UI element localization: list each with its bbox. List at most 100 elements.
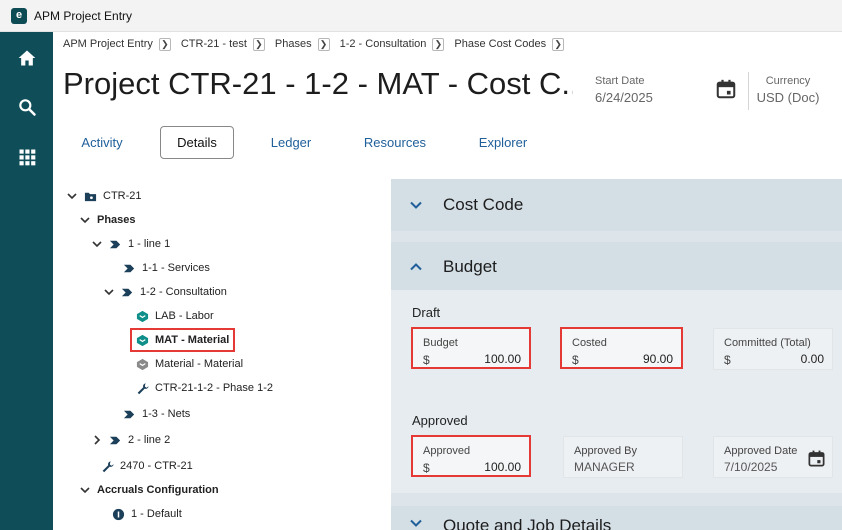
chevron-right-icon[interactable]: [91, 434, 103, 446]
breadcrumb-item[interactable]: 1-2 - Consultation ❯: [340, 37, 445, 51]
approved-field[interactable]: Approved $ 100.00: [411, 435, 531, 477]
tab-activity[interactable]: Activity: [63, 126, 141, 159]
currency-value: USD (Doc): [756, 90, 820, 105]
approved-date-field[interactable]: Approved Date 7/10/2025: [713, 436, 833, 478]
breadcrumb-item[interactable]: APM Project Entry ❯: [63, 37, 171, 51]
tree-item-label: CTR-21-1-2 - Phase 1-2: [155, 382, 273, 394]
breadcrumb-label[interactable]: CTR-21 - test: [181, 38, 247, 50]
tree-item-accruals[interactable]: Accruals Configuration: [79, 480, 219, 500]
breadcrumb-chevron-icon[interactable]: ❯: [432, 37, 445, 51]
tab-resources[interactable]: Resources: [355, 126, 435, 159]
calendar-icon[interactable]: [807, 449, 826, 468]
breadcrumb-label[interactable]: Phases: [275, 38, 312, 50]
app-logo-icon: e: [11, 7, 27, 24]
window-titlebar: e APM Project Entry: [0, 0, 842, 32]
cost-code-icon: [136, 310, 149, 322]
start-date-value: 6/24/2025: [595, 90, 653, 105]
phase-icon: [109, 436, 121, 444]
tree-item-label: 1-3 - Nets: [142, 408, 191, 420]
tree-item-label: MAT - Material: [155, 334, 230, 346]
approved-group-label: Approved: [412, 413, 468, 428]
breadcrumb-label[interactable]: 1-2 - Consultation: [340, 38, 427, 50]
tree-item-ctr-21[interactable]: CTR-21: [66, 186, 142, 206]
tree-item-label: Phases: [97, 214, 136, 226]
tree-item-label: Accruals Configuration: [97, 484, 219, 496]
tab-details[interactable]: Details: [160, 126, 234, 159]
chevron-down-icon[interactable]: [66, 190, 78, 202]
field-value: 90.00: [642, 352, 673, 366]
tree-item-phases[interactable]: Phases: [79, 210, 136, 230]
currency-field: Currency USD (Doc): [756, 75, 820, 105]
breadcrumb-chevron-icon[interactable]: ❯: [252, 37, 265, 51]
currency-label: Currency: [765, 75, 811, 87]
budget-field[interactable]: Budget $ 100.00: [411, 327, 531, 369]
chevron-down-icon[interactable]: [103, 286, 115, 298]
tree-item-material-selected[interactable]: MAT - Material: [129, 328, 236, 352]
phase-icon: [123, 264, 135, 272]
tree-item-phase-1-2[interactable]: CTR-21-1-2 - Phase 1-2: [136, 378, 273, 398]
tab-explorer[interactable]: Explorer: [465, 126, 541, 159]
tree-item-material-material[interactable]: Material - Material: [136, 354, 243, 374]
committed-total-field[interactable]: Committed (Total) $ 0.00: [713, 328, 833, 370]
tree-item-labor[interactable]: LAB - Labor: [136, 306, 214, 326]
breadcrumb-label[interactable]: Phase Cost Codes: [454, 38, 546, 50]
breadcrumb-chevron-icon[interactable]: ❯: [317, 37, 330, 51]
field-label: Budget: [423, 337, 458, 349]
tree-item-line-2[interactable]: 2 - line 2: [91, 430, 170, 450]
cost-code-grey-icon: [136, 358, 149, 370]
search-button[interactable]: [0, 85, 53, 129]
start-date-field: Start Date 6/24/2025: [595, 75, 653, 105]
section-cost-code-header[interactable]: Cost Code: [391, 179, 842, 231]
tree-item-label: CTR-21: [103, 190, 142, 202]
approved-by-field[interactable]: Approved By MANAGER: [563, 436, 683, 478]
currency-symbol: $: [724, 353, 731, 367]
tree-item-label: LAB - Labor: [155, 310, 214, 322]
tree-item-2470[interactable]: 2470 - CTR-21: [101, 456, 193, 476]
chevron-down-icon[interactable]: [409, 198, 423, 212]
tree-item-nets[interactable]: 1-3 - Nets: [123, 404, 190, 424]
section-budget-header[interactable]: Budget: [391, 242, 842, 292]
costed-field[interactable]: Costed $ 90.00: [560, 327, 683, 369]
tree-item-consultation[interactable]: 1-2 - Consultation: [103, 282, 227, 302]
field-value: 7/10/2025: [724, 460, 778, 474]
tree-item-default[interactable]: 1 - Default: [112, 504, 182, 524]
tree-item-services[interactable]: 1-1 - Services: [123, 258, 210, 278]
breadcrumb: APM Project Entry ❯ CTR-21 - test ❯ Phases…: [63, 35, 574, 53]
section-title: Cost Code: [443, 195, 524, 214]
app-logo-letter: e: [15, 9, 23, 21]
breadcrumb-item[interactable]: Phase Cost Codes ❯: [454, 37, 565, 51]
chevron-down-icon[interactable]: [79, 484, 91, 496]
tree-item-line-1[interactable]: 1 - line 1: [91, 234, 170, 254]
tree-panel: CTR-21 Phases 1 - line 1 1-1 - Services …: [63, 179, 383, 530]
field-value: 0.00: [800, 352, 824, 366]
nav-rail: [0, 32, 53, 530]
tree-item-label: 1-2 - Consultation: [140, 286, 227, 298]
phase-icon: [123, 410, 135, 418]
chevron-down-icon[interactable]: [409, 516, 423, 530]
breadcrumb-label[interactable]: APM Project Entry: [63, 38, 153, 50]
breadcrumb-item[interactable]: CTR-21 - test ❯: [181, 37, 265, 51]
chevron-down-icon[interactable]: [79, 214, 91, 226]
window-title: APM Project Entry: [34, 8, 133, 23]
chevron-down-icon[interactable]: [91, 238, 103, 250]
tree-item-label: 2 - line 2: [128, 434, 171, 446]
field-label: Committed (Total): [724, 337, 811, 349]
breadcrumb-chevron-icon[interactable]: ❯: [552, 37, 565, 51]
field-value: 100.00: [484, 460, 521, 474]
apps-button[interactable]: [0, 135, 53, 179]
accrual-icon: [112, 508, 125, 520]
breadcrumb-item[interactable]: Phases ❯: [275, 37, 330, 51]
currency-symbol: $: [572, 353, 579, 367]
tab-ledger[interactable]: Ledger: [253, 126, 329, 159]
phase-icon: [109, 240, 121, 248]
section-quote-header[interactable]: Quote and Job Details: [391, 506, 842, 530]
chevron-up-icon[interactable]: [409, 260, 423, 274]
budget-section-body: Draft Budget $ 100.00 Costed $ 90.00 Com…: [391, 290, 842, 493]
calendar-icon[interactable]: [715, 78, 737, 100]
wrench-icon: [137, 382, 149, 394]
tree-item-label: 1 - line 1: [128, 238, 171, 250]
home-button[interactable]: [0, 36, 53, 80]
tree-item-label: 1-1 - Services: [142, 262, 210, 274]
breadcrumb-chevron-icon[interactable]: ❯: [158, 37, 171, 51]
currency-symbol: $: [423, 353, 430, 367]
